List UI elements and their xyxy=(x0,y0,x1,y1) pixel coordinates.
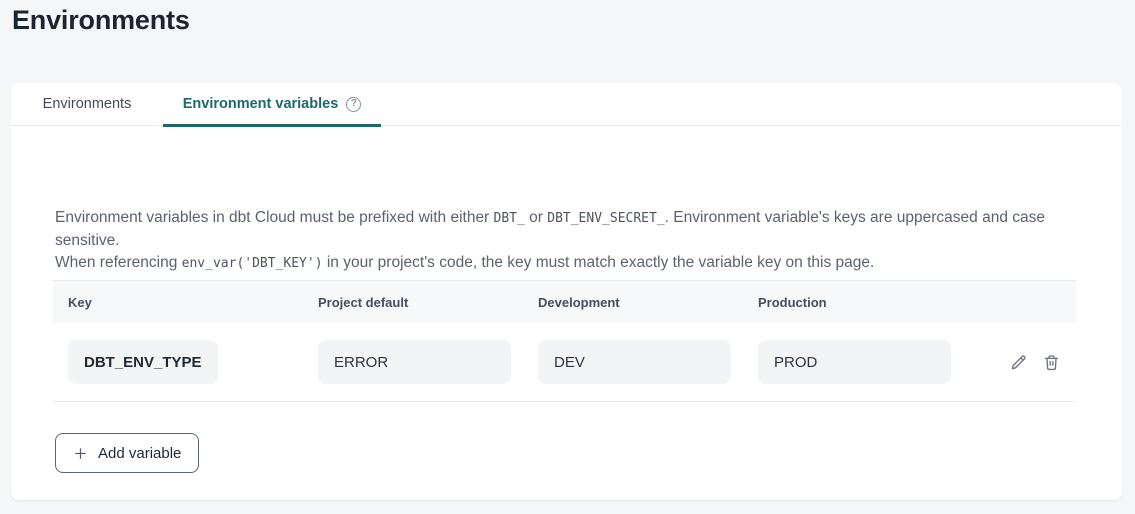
page-title: Environments xyxy=(12,5,190,36)
code-dbt-prefix: DBT_ xyxy=(494,211,525,226)
help-circle-icon[interactable]: ? xyxy=(346,97,361,112)
plus-icon xyxy=(73,446,88,461)
add-variable-button[interactable]: Add variable xyxy=(55,433,199,473)
edit-variable-button[interactable] xyxy=(1008,352,1028,372)
table-header-row: Key Project default Development Producti… xyxy=(53,280,1076,323)
development-value: DEV xyxy=(538,340,731,384)
column-header-development: Development xyxy=(523,295,743,310)
description-segment: or xyxy=(525,209,547,226)
tab-bar: Environments Environment variables ? xyxy=(11,83,1122,126)
add-variable-label: Add variable xyxy=(98,445,181,462)
code-dbt-env-secret-prefix: DBT_ENV_SECRET_ xyxy=(547,211,664,226)
code-env-var-example: env_var('DBT_KEY') xyxy=(182,256,323,271)
trash-icon xyxy=(1042,353,1061,372)
variables-table: Key Project default Development Producti… xyxy=(53,280,1076,402)
tab-environment-variables[interactable]: Environment variables ? xyxy=(163,83,381,125)
column-header-key: Key xyxy=(53,295,303,310)
description-text: Environment variables in dbt Cloud must … xyxy=(55,207,1085,275)
table-row: DBT_ENV_TYPE ERROR DEV PROD xyxy=(53,323,1076,402)
description-segment: When referencing xyxy=(55,254,182,271)
row-actions xyxy=(963,352,1076,372)
variable-key-value: DBT_ENV_TYPE xyxy=(68,340,218,384)
description-segment: Environment variables in dbt Cloud must … xyxy=(55,209,494,226)
tab-environments-label: Environments xyxy=(43,96,132,112)
production-value: PROD xyxy=(758,340,951,384)
tab-environments[interactable]: Environments xyxy=(11,83,163,125)
project-default-value: ERROR xyxy=(318,340,511,384)
delete-variable-button[interactable] xyxy=(1041,352,1061,372)
environment-variables-panel: Environments Environment variables ? Env… xyxy=(11,83,1122,500)
tab-environment-variables-label: Environment variables xyxy=(183,96,339,112)
description-segment: in your project's code, the key must mat… xyxy=(323,254,875,271)
column-header-production: Production xyxy=(743,295,963,310)
pencil-icon xyxy=(1009,353,1028,372)
column-header-project-default: Project default xyxy=(303,295,523,310)
